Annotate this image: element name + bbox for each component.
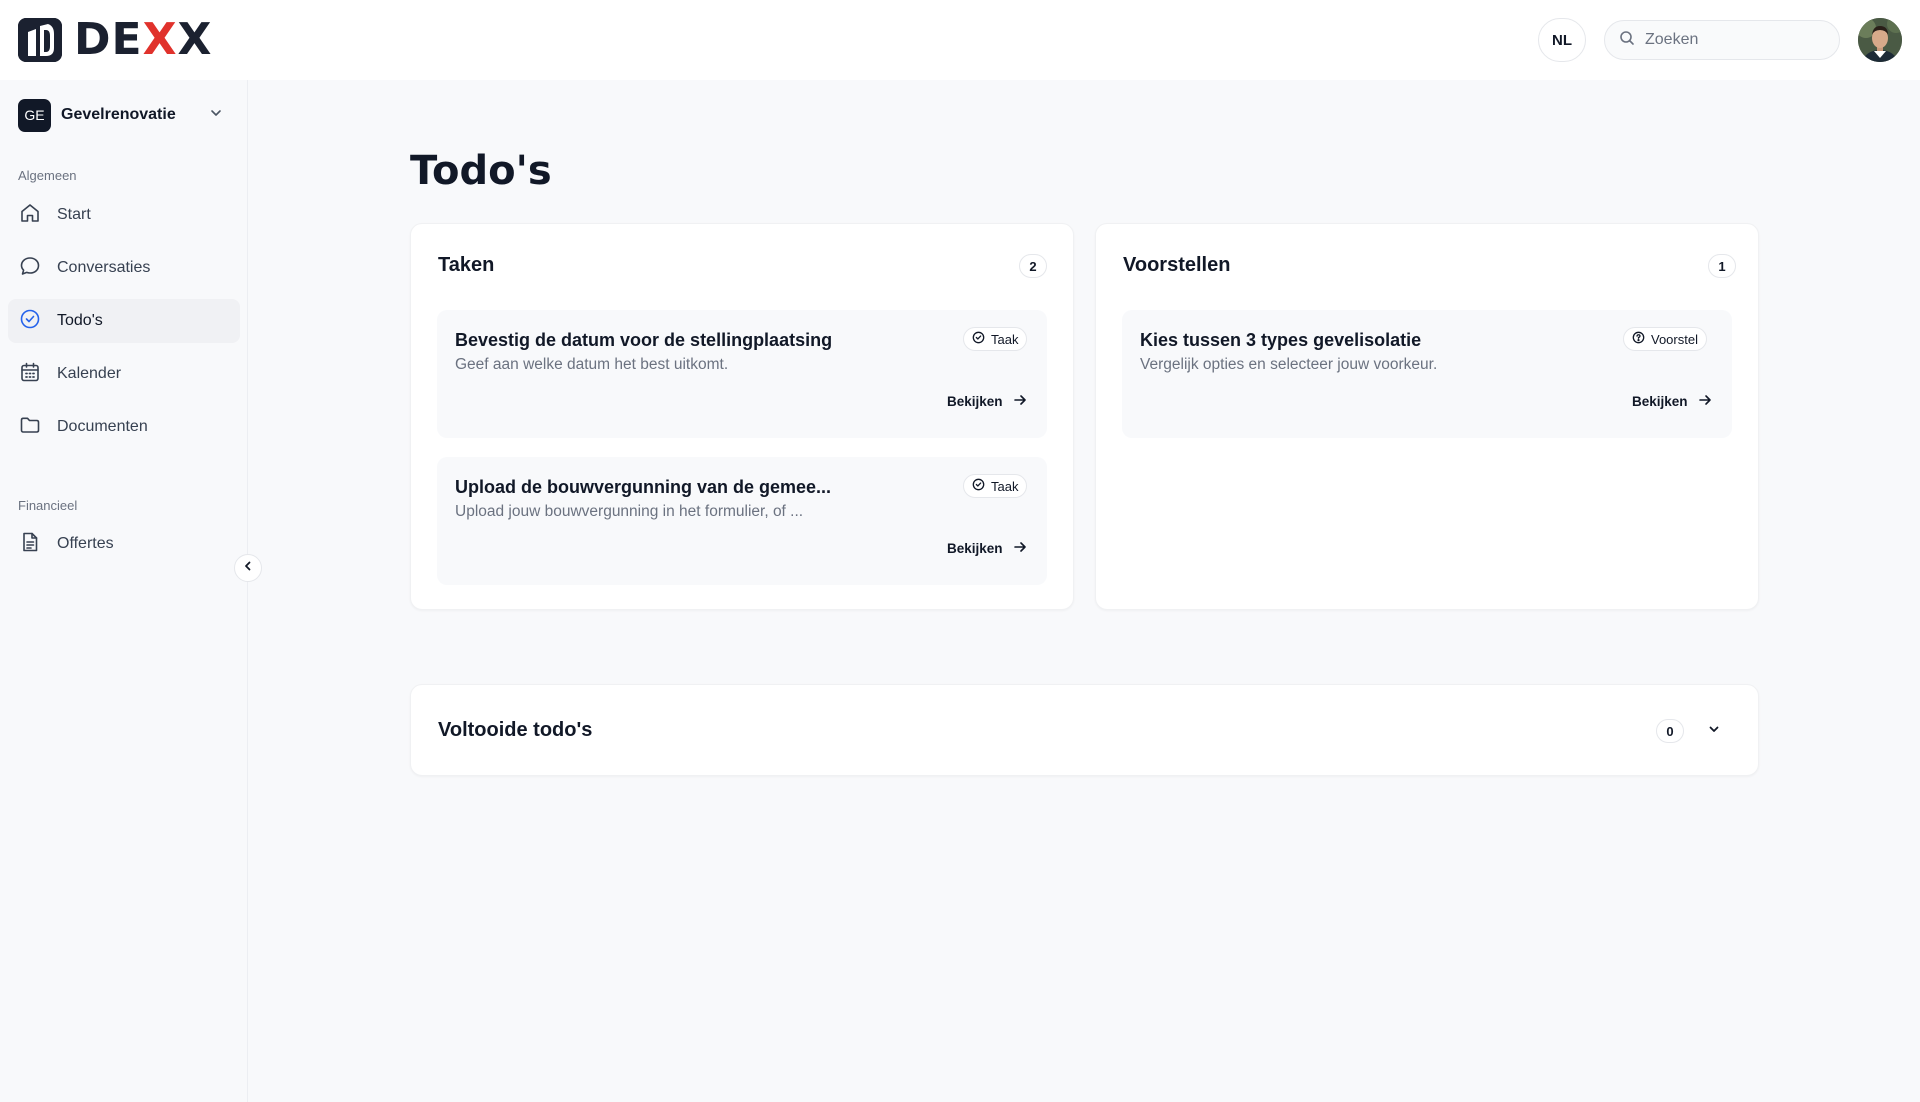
- proposal-type-tag: Voorstel: [1623, 327, 1707, 351]
- top-bar: DEXX NL: [0, 0, 1920, 80]
- task-card[interactable]: Bevestig de datum voor de stellingplaats…: [437, 310, 1047, 438]
- search-icon: [1619, 30, 1635, 51]
- arrow-right-icon: [1013, 393, 1027, 410]
- check-circle-icon: [972, 331, 985, 347]
- dexx-logo[interactable]: DEXX: [18, 18, 212, 62]
- language-switch-button[interactable]: NL: [1538, 18, 1586, 62]
- chevron-down-icon: [1707, 722, 1721, 741]
- task-description: Geef aan welke datum het best uitkomt.: [455, 356, 729, 373]
- sidebar-item-kalender[interactable]: Kalender: [8, 352, 240, 396]
- search-field[interactable]: [1604, 20, 1840, 60]
- view-task-button[interactable]: Bekijken: [947, 540, 1027, 557]
- task-type-tag: Taak: [963, 474, 1028, 498]
- sidebar-item-label: Conversaties: [57, 259, 151, 276]
- proposals-panel: Voorstellen 1 Kies tussen 3 types geveli…: [1095, 223, 1759, 610]
- task-description: Upload jouw bouwvergunning in het formul…: [455, 503, 804, 520]
- tasks-panel: Taken 2 Bevestig de datum voor de stelli…: [410, 223, 1074, 610]
- question-circle-icon: [1632, 331, 1645, 347]
- proposal-description: Vergelijk opties en selecteer jouw voork…: [1140, 356, 1438, 373]
- logo-wordmark: DEXX: [74, 14, 213, 65]
- page-title: Todo's: [410, 148, 552, 194]
- sidebar-item-todos[interactable]: Todo's: [8, 299, 240, 343]
- sidebar-collapse-button[interactable]: [234, 554, 262, 582]
- sidebar-item-conversaties[interactable]: Conversaties: [8, 246, 240, 290]
- completed-todos-panel[interactable]: Voltooide todo's 0: [410, 684, 1759, 776]
- completed-panel-title: Voltooide todo's: [438, 719, 593, 741]
- folder-icon: [19, 414, 41, 441]
- calendar-icon: [19, 361, 41, 388]
- sidebar-item-start[interactable]: Start: [8, 193, 240, 237]
- tasks-panel-title: Taken: [438, 254, 495, 276]
- tasks-count-badge: 2: [1019, 254, 1047, 278]
- proposal-title: Kies tussen 3 types gevelisolatie: [1140, 330, 1422, 350]
- task-card[interactable]: Upload de bouwvergunning van de gemee...…: [437, 457, 1047, 585]
- home-icon: [19, 202, 41, 229]
- view-proposal-button[interactable]: Bekijken: [1632, 393, 1712, 410]
- sidebar-item-label: Start: [57, 206, 91, 223]
- sidebar-item-label: Todo's: [57, 312, 103, 329]
- sidebar-item-documenten[interactable]: Documenten: [8, 405, 240, 449]
- proposals-count-badge: 1: [1708, 254, 1736, 278]
- check-circle-icon: [19, 308, 41, 335]
- user-avatar[interactable]: [1858, 18, 1902, 62]
- expand-completed-button[interactable]: [1702, 719, 1726, 743]
- search-input[interactable]: [1645, 31, 1815, 49]
- sidebar-item-label: Kalender: [57, 365, 122, 382]
- project-badge: GE: [18, 98, 51, 132]
- chevron-left-icon: [242, 559, 254, 577]
- task-title: Bevestig de datum voor de stellingplaats…: [455, 330, 833, 350]
- sidebar-item-label: Offertes: [57, 535, 114, 552]
- task-title: Upload de bouwvergunning van de gemee...: [455, 477, 832, 497]
- proposals-panel-title: Voorstellen: [1123, 254, 1231, 276]
- logo-mark-icon: [18, 18, 62, 62]
- sidebar-item-offertes[interactable]: Offertes: [8, 522, 240, 566]
- sidebar-item-label: Documenten: [57, 418, 148, 435]
- view-task-button[interactable]: Bekijken: [947, 393, 1027, 410]
- document-icon: [19, 531, 41, 558]
- arrow-right-icon: [1698, 393, 1712, 410]
- chevron-down-icon: [208, 105, 224, 126]
- project-switcher[interactable]: GE Gevelrenovatie: [18, 98, 224, 132]
- section-label-financieel: Financieel: [18, 498, 78, 513]
- proposal-card[interactable]: Kies tussen 3 types gevelisolatie Vergel…: [1122, 310, 1732, 438]
- task-type-tag: Taak: [963, 327, 1028, 351]
- section-label-algemeen: Algemeen: [18, 168, 77, 183]
- completed-count-badge: 0: [1656, 719, 1684, 743]
- check-circle-icon: [972, 478, 985, 494]
- arrow-right-icon: [1013, 540, 1027, 557]
- sidebar: GE Gevelrenovatie Algemeen Start Convers…: [0, 80, 248, 1102]
- project-name: Gevelrenovatie: [61, 106, 176, 123]
- chat-bubble-icon: [19, 255, 41, 282]
